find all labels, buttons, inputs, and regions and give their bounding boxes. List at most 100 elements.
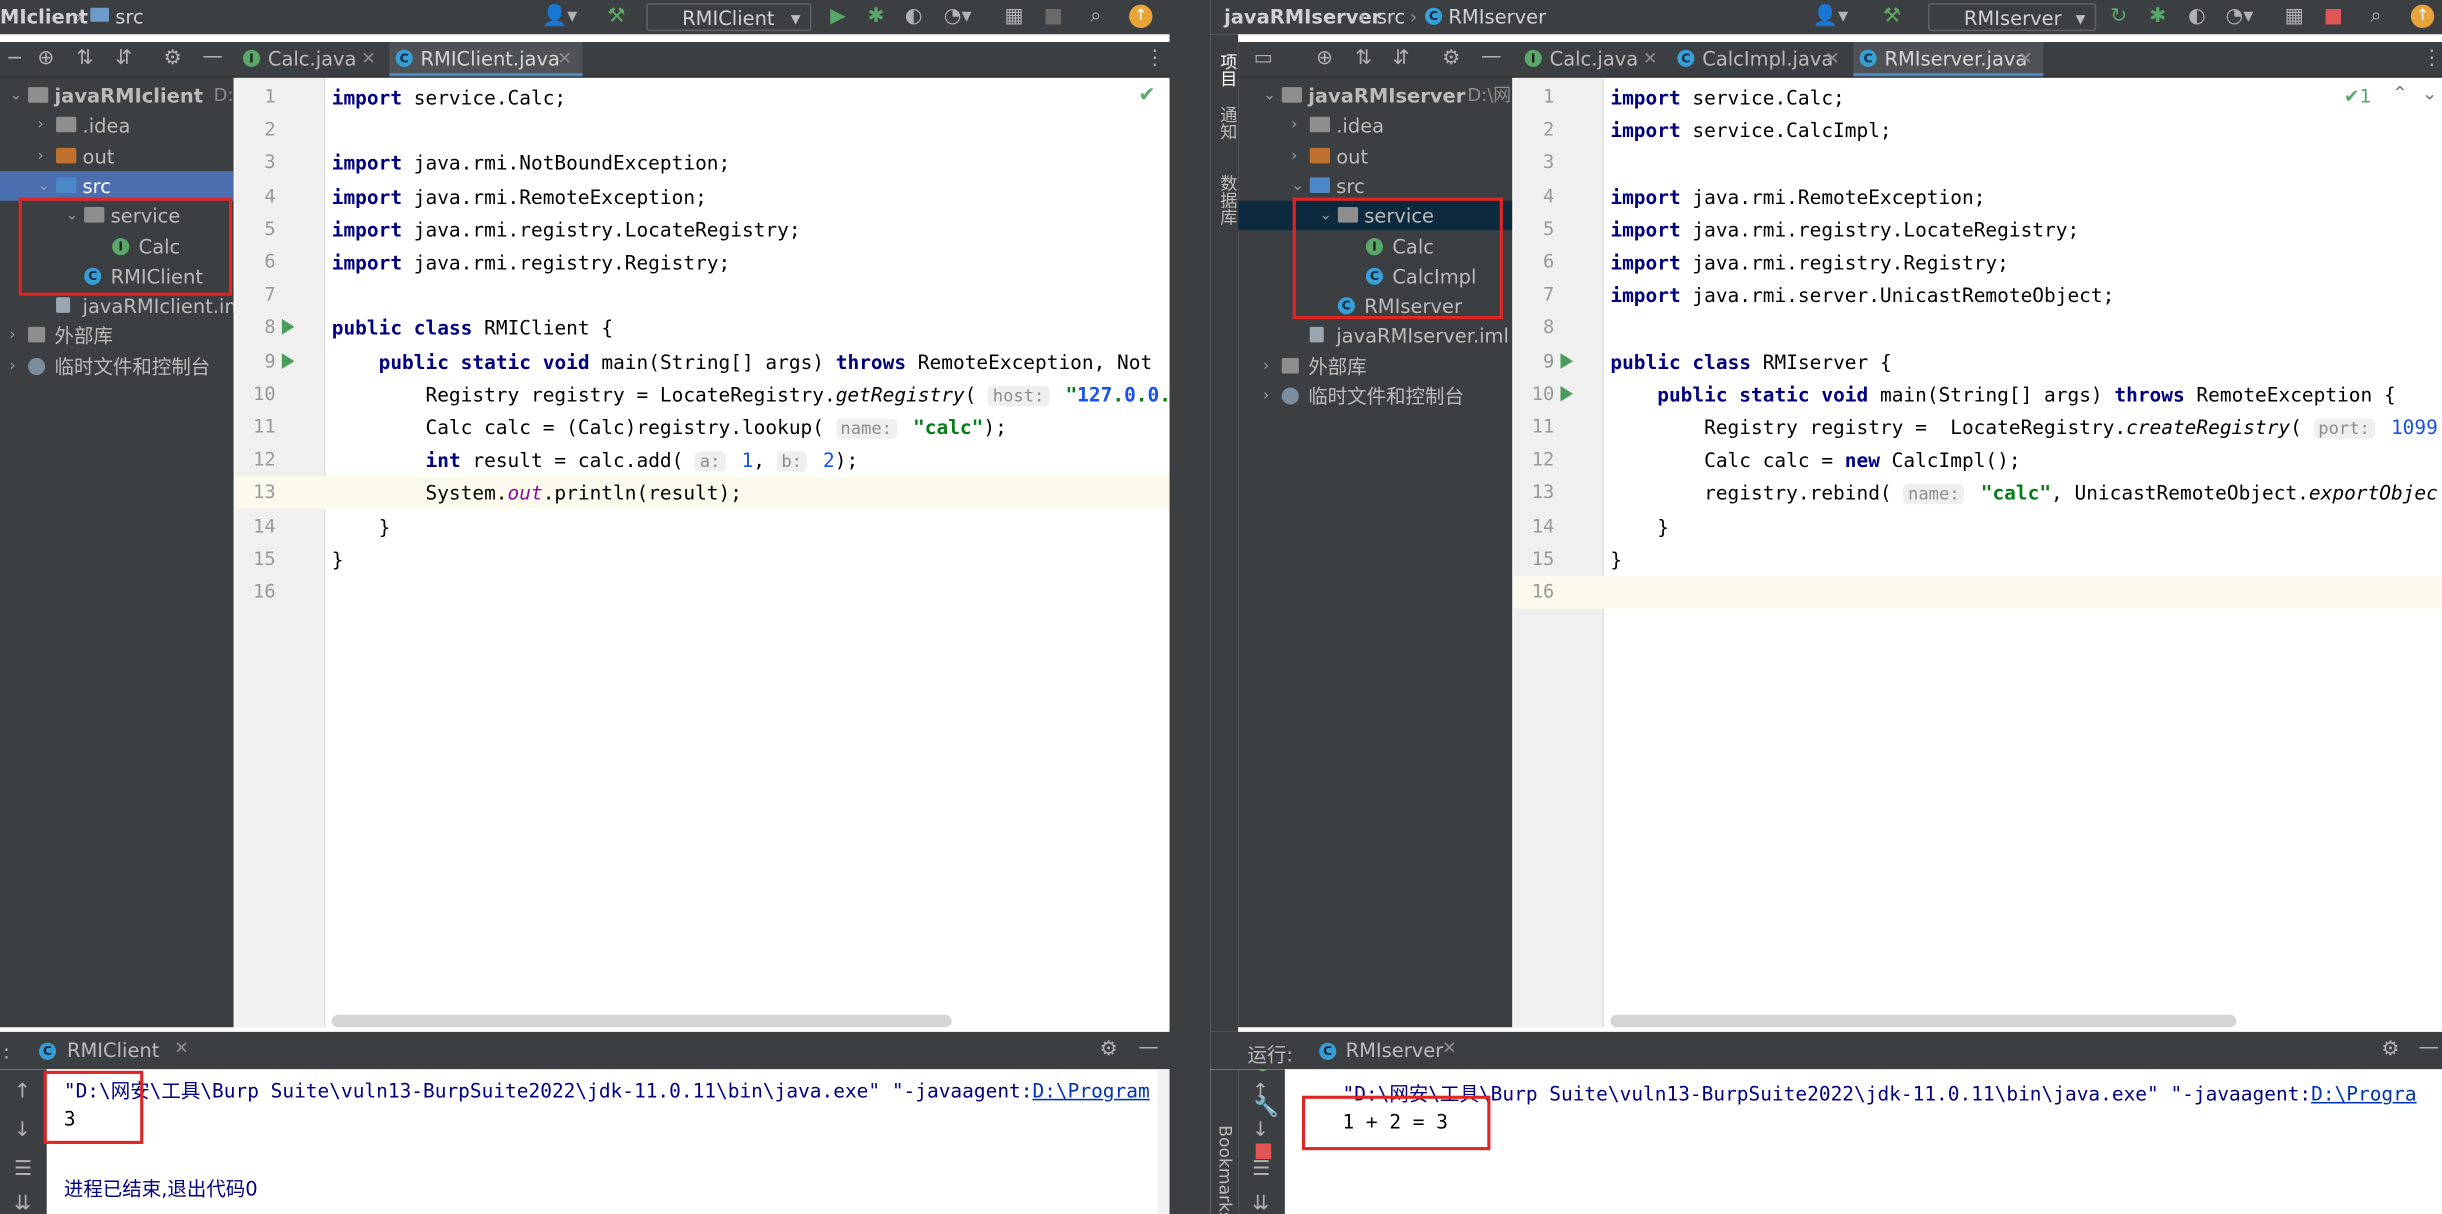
build-project-icon[interactable]: ▦ [2285, 5, 2304, 28]
tree-item[interactable]: › 临时文件和控制台 [1238, 381, 1512, 411]
tree-item[interactable]: ⌄ src [1238, 171, 1512, 201]
chevron-down-icon[interactable]: ⌄ [37, 171, 50, 201]
code-line[interactable]: 6 import java.rmi.registry.Registry; [1514, 246, 2442, 279]
code-line[interactable]: 9 public class RMIserver { [1514, 345, 2442, 378]
profile-icon[interactable]: ◔▾ [944, 5, 972, 28]
tree-item[interactable]: › 外部库 [1238, 351, 1512, 381]
chevron-right-icon[interactable]: › [1291, 111, 1297, 141]
tab-calc-java[interactable]: I Calc.java ✕ [237, 42, 385, 76]
debug-icon[interactable]: ✱ [2149, 5, 2166, 28]
run-tab-label[interactable]: RMIserver [1346, 1038, 1444, 1061]
code-line[interactable]: 7 [235, 279, 1169, 312]
debug-icon[interactable]: ✱ [867, 5, 884, 28]
code-line[interactable]: 14 } [235, 510, 1169, 543]
code-line[interactable]: 7 import java.rmi.server.UnicastRemoteObj… [1514, 279, 2442, 312]
project-view-icon[interactable]: ▭ [1254, 47, 1273, 70]
update-icon[interactable]: ↑ [1129, 4, 1153, 29]
gear-icon[interactable]: ⚙ [1442, 47, 1460, 70]
code-line[interactable]: 14 } [1514, 510, 2442, 543]
collapse-all-icon[interactable]: ⇵ [1392, 47, 1409, 70]
run-config-selector[interactable]: RMIserver ▾ [1928, 3, 2097, 32]
code-line[interactable]: 16 [235, 576, 1169, 609]
collapse-all-icon[interactable]: ⇵ [115, 47, 132, 70]
code-line[interactable]: 13 System.out.println(result); [235, 476, 1170, 510]
command-link[interactable]: D:\Program [1032, 1079, 1149, 1102]
horizontal-scrollbar[interactable] [1610, 1014, 2237, 1028]
code-line[interactable]: 6 import java.rmi.registry.Registry; [235, 246, 1169, 279]
expand-all-icon[interactable]: ⇅ [76, 47, 93, 70]
left-code-editor[interactable]: ✔ 1 import service.Calc; 2 3 import java.rmi… [235, 77, 1170, 1028]
tab-calc-java[interactable]: I Calc.java ✕ [1518, 42, 1666, 76]
tree-item[interactable]: › 外部库 [0, 321, 234, 351]
run-gutter-icon[interactable] [281, 352, 295, 369]
left-console[interactable]: ↑ ↓ ☰ ⇊ "D:\网安\工具\Burp Suite\vuln13-Burp… [0, 1069, 1170, 1214]
code-line[interactable]: 12 int result = calc.add( a: 1, b: 2); [235, 444, 1169, 477]
soft-wrap-icon[interactable]: ☰ [1252, 1159, 1270, 1182]
tree-item[interactable]: ⌄ src [0, 171, 234, 201]
more-tabs-icon[interactable]: ⋮ [1145, 47, 1165, 70]
run-gutter-icon[interactable] [1560, 352, 1573, 369]
code-line[interactable]: 8 public class RMIClient { [235, 312, 1169, 345]
close-icon[interactable]: ✕ [558, 42, 572, 76]
search-icon[interactable]: ⌕ [1090, 5, 1101, 28]
breadcrumb-file[interactable]: RMIserver [1448, 5, 1546, 28]
close-icon[interactable]: ✕ [361, 42, 375, 76]
tree-item[interactable]: ⌄ javaRMIclient D:\网安\ja [0, 81, 233, 111]
run-gutter-icon[interactable] [281, 319, 295, 336]
sidebar-tab-database[interactable]: 数据库 [1215, 174, 1240, 225]
tree-item[interactable]: › 临时文件和控制台 [0, 351, 234, 381]
locate-icon[interactable]: ⊕ [1316, 47, 1333, 70]
coverage-icon[interactable]: ◐ [905, 5, 923, 28]
code-line[interactable]: 3 [1514, 147, 2442, 180]
rerun-icon[interactable]: ↻ [1254, 1069, 1271, 1078]
code-line[interactable]: 10 Registry registry = LocateRegistry.ge… [235, 378, 1170, 411]
soft-wrap-icon[interactable]: ☰ [14, 1159, 32, 1182]
breadcrumb-folder[interactable]: src [115, 5, 143, 28]
code-line[interactable]: 5 import java.rmi.registry.LocateRegistry… [235, 213, 1169, 246]
chevron-right-icon[interactable]: › [9, 321, 15, 351]
close-icon[interactable]: ✕ [174, 1038, 188, 1058]
code-line[interactable]: 1 import service.Calc; [235, 81, 1169, 114]
close-icon[interactable]: ✕ [2018, 42, 2032, 76]
code-line[interactable]: 3 import java.rmi.NotBoundException; [235, 147, 1169, 180]
tab-rmiserver-java[interactable]: C RMIserver.java ✕ [1853, 42, 2044, 77]
run-icon[interactable]: ▶ [830, 5, 846, 28]
locate-icon[interactable]: ⊕ [37, 47, 54, 70]
coverage-icon[interactable]: ◐ [2188, 5, 2206, 28]
tab-rmiclient-java[interactable]: C RMIClient.java ✕ [389, 42, 583, 77]
code-line[interactable]: 9 public static void main(String[] args)… [235, 345, 1169, 378]
code-line[interactable]: 4 import java.rmi.RemoteException; [1514, 180, 2442, 213]
scroll-to-end-icon[interactable]: ⇊ [1252, 1193, 1269, 1214]
hide-icon[interactable]: — [2419, 1037, 2439, 1060]
profile-icon[interactable]: ◔▾ [2226, 5, 2254, 28]
run-tab-label[interactable]: RMIClient [67, 1038, 159, 1061]
horizontal-scrollbar[interactable] [331, 1014, 952, 1028]
hide-icon[interactable]: — [1138, 1037, 1158, 1060]
tree-item[interactable]: javaRMIserver.iml [1238, 321, 1512, 351]
code-line[interactable]: 13 registry.rebind( name: "calc", Unicas… [1514, 477, 2442, 510]
sidebar-tab-project[interactable]: 项目 [1215, 53, 1240, 87]
gear-icon[interactable]: ⚙ [1100, 1039, 1118, 1062]
user-icon[interactable]: 👤▾ [542, 5, 577, 28]
tab-calcimpl-java[interactable]: C CalcImpl.java ✕ [1671, 42, 1850, 76]
stop-icon[interactable]: ■ [1043, 5, 1062, 28]
search-icon[interactable]: ⌕ [2370, 5, 2381, 28]
hide-icon[interactable]: — [202, 46, 222, 69]
chevron-right-icon[interactable]: › [37, 141, 43, 171]
more-tabs-icon[interactable]: ⋮ [2422, 47, 2442, 70]
code-line[interactable]: 1 import service.Calc; [1514, 81, 2442, 114]
code-line[interactable]: 8 [1514, 312, 2442, 345]
chevron-right-icon[interactable]: › [37, 111, 43, 141]
tree-item[interactable]: ⌄ javaRMIserverD:\网安\ [1238, 81, 1512, 111]
code-line[interactable]: 15} [1514, 543, 2442, 576]
update-icon[interactable]: ↑ [2410, 4, 2435, 29]
arrow-down-icon[interactable]: ↓ [14, 1120, 31, 1143]
close-icon[interactable]: ✕ [1825, 42, 1839, 76]
right-code-editor[interactable]: ✔1 ⌃ ⌄ 1 import service.Calc; 2 import serv… [1513, 77, 2442, 1028]
arrow-up-icon[interactable]: ↑ [14, 1081, 31, 1104]
build-hammer-icon[interactable]: ⚒ [1883, 5, 1901, 28]
code-line[interactable]: 11 Calc calc = (Calc)registry.lookup( na… [235, 411, 1169, 444]
code-line[interactable]: 2 import service.CalcImpl; [1514, 114, 2442, 147]
code-line[interactable]: 12 Calc calc = new CalcImpl(); [1514, 444, 2442, 477]
vertical-scrollbar[interactable] [1157, 1069, 1170, 1214]
